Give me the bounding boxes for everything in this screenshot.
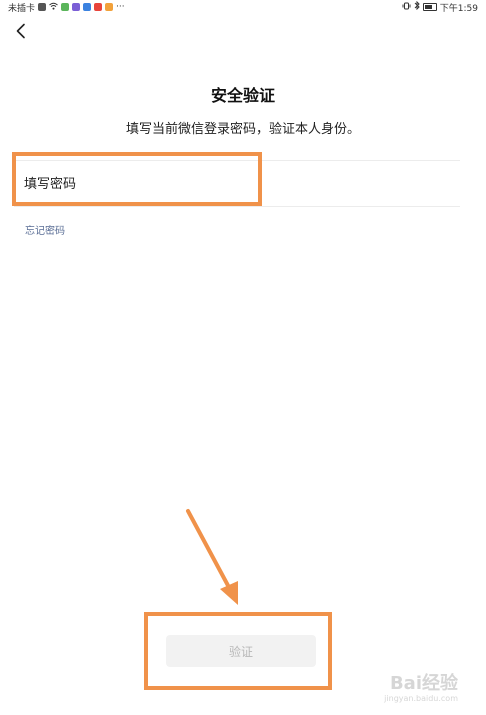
forgot-password-link[interactable]: 忘记密码 — [25, 222, 65, 237]
more-notifications: ··· — [116, 2, 125, 12]
app-icon-purple — [72, 3, 81, 11]
verify-button[interactable]: 验证 — [166, 635, 316, 667]
watermark-brand: Bai经验 — [389, 673, 458, 694]
status-bar: 未插卡 ··· 下午1:59 — [0, 0, 486, 14]
back-button[interactable] — [10, 22, 32, 44]
field-divider-top — [14, 160, 460, 161]
page-title: 安全验证 — [210, 86, 275, 105]
baidu-watermark: Bai经验 jingyan.baidu.com — [384, 675, 458, 703]
bluetooth-icon — [414, 0, 420, 13]
annotation-arrow-icon — [186, 509, 238, 605]
sim-icon — [38, 3, 47, 11]
app-icon-red — [94, 3, 103, 11]
carrier-label: 未插卡 — [8, 3, 36, 14]
app-icon-orange — [105, 3, 114, 11]
battery-icon — [422, 3, 437, 11]
password-input[interactable] — [24, 170, 444, 198]
watermark-url: jingyan.baidu.com — [384, 694, 458, 703]
page-subtitle: 填写当前微信登录密码，验证本人身份。 — [125, 122, 360, 137]
wifi-icon — [49, 2, 58, 13]
status-time: 下午1:59 — [439, 3, 478, 14]
status-left: 未插卡 ··· — [8, 1, 125, 14]
app-icon-green — [61, 3, 70, 11]
field-divider-bottom — [14, 206, 460, 207]
status-right: 下午1:59 — [402, 0, 478, 14]
vibrate-icon — [402, 2, 411, 13]
chevron-left-icon — [15, 23, 27, 43]
app-icon-blue — [83, 3, 92, 11]
